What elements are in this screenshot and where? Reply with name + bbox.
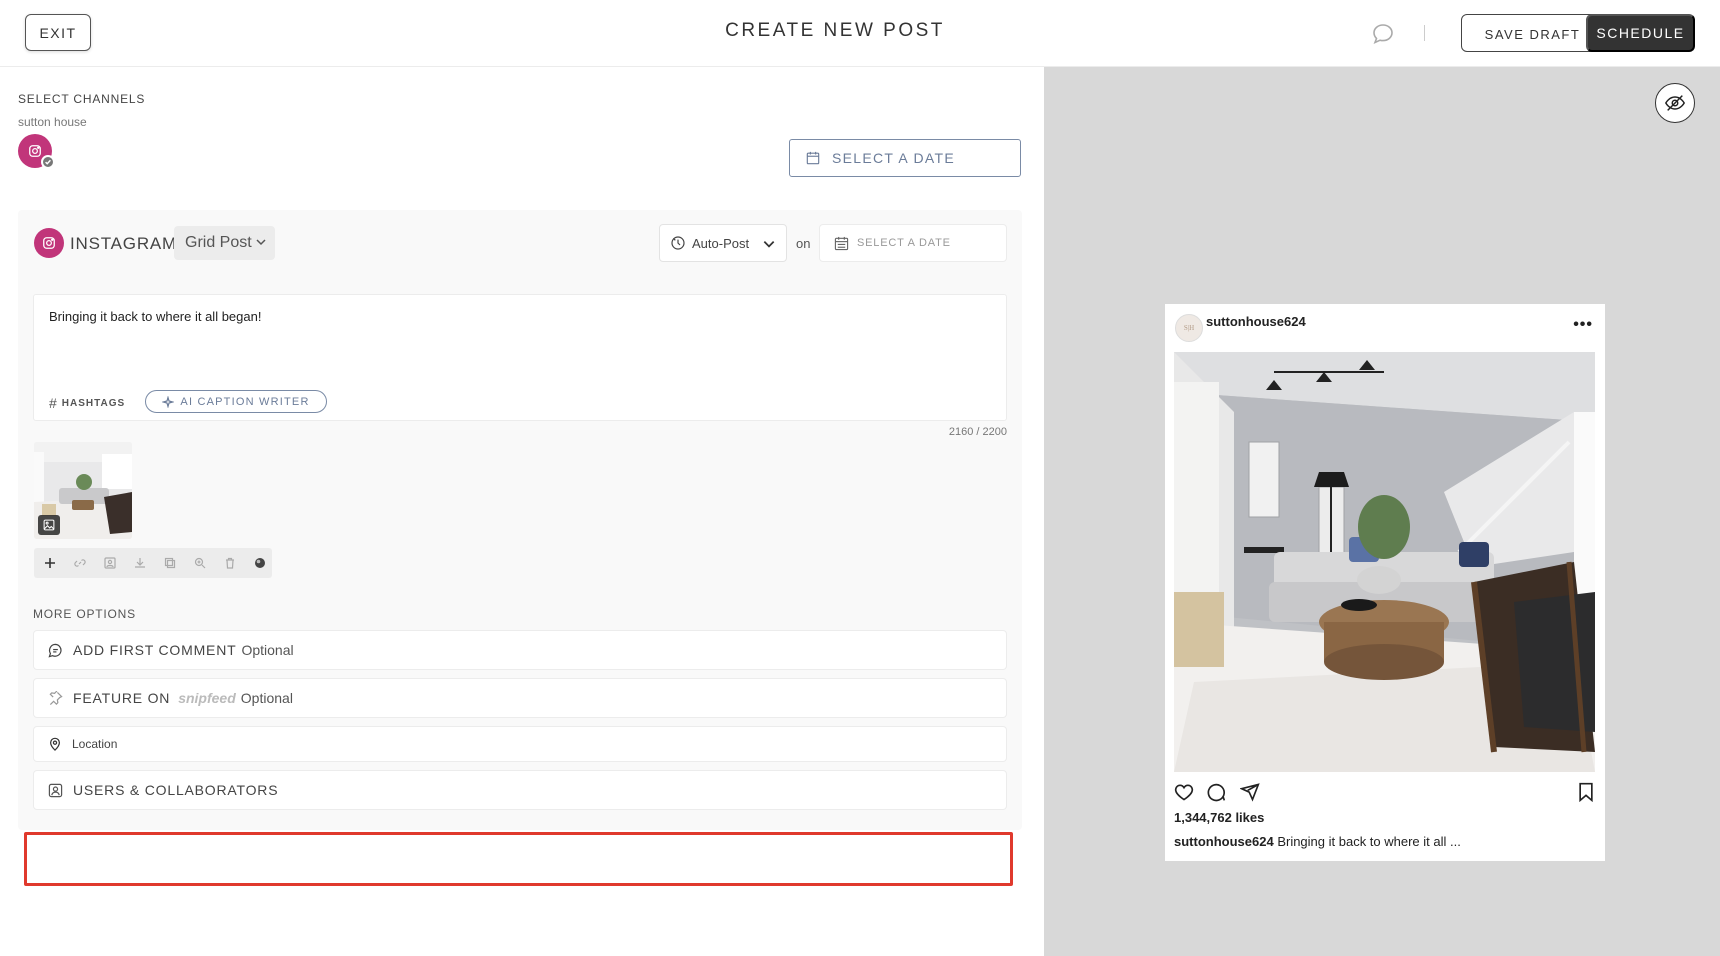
add-first-comment-row[interactable]: ADD FIRST COMMENT Optional [33, 630, 1007, 670]
preview-caption: suttonhouse624 Bringing it back to where… [1174, 834, 1461, 849]
download-icon[interactable] [132, 555, 148, 571]
preview-actions [1174, 782, 1595, 804]
preview-caption-text: Bringing it back to where it all ... [1277, 834, 1461, 849]
select-date-button[interactable]: SELECT A DATE [789, 139, 1021, 177]
location-label: Location [72, 737, 118, 751]
hash-icon: # [49, 395, 58, 411]
link-icon[interactable] [72, 555, 88, 571]
publish-mode-value: Auto-Post [692, 235, 750, 251]
more-options-heading: MORE OPTIONS [33, 607, 136, 621]
comments-icon[interactable] [1371, 22, 1395, 46]
media-toolbar [34, 548, 272, 578]
instagram-post-preview: S|H suttonhouse624 ••• 1,344,762 likes s… [1165, 304, 1605, 861]
sparkle-icon [162, 395, 175, 408]
schedule-date-placeholder: SELECT A DATE [857, 237, 951, 249]
hashtags-button[interactable]: # HASHTAGS [49, 395, 125, 411]
users-collaborators-row[interactable]: USERS & COLLABORATORS [33, 770, 1007, 810]
ai-caption-writer-button[interactable]: AI CAPTION WRITER [145, 390, 327, 413]
platform-label: INSTAGRAM [70, 234, 178, 253]
caption-text: Bringing it back to where it all began! [49, 309, 262, 324]
pin-icon [49, 690, 63, 705]
location-pin-icon [50, 737, 60, 751]
preview-panel: S|H suttonhouse624 ••• 1,344,762 likes s… [1044, 67, 1720, 956]
crop-icon[interactable] [162, 555, 178, 571]
post-type-select[interactable]: Grid Post [174, 226, 275, 260]
instagram-post-card: INSTAGRAM Grid Post Auto-Post on SELECT … [18, 210, 1022, 830]
character-count: 2160 / 2200 [948, 426, 1007, 438]
image-library-icon[interactable] [102, 555, 118, 571]
users-collaborators-label: USERS & COLLABORATORS [73, 782, 279, 798]
hashtags-label: HASHTAGS [61, 397, 126, 409]
color-icon[interactable] [252, 555, 268, 571]
eye-off-icon [1665, 95, 1685, 111]
select-channels-heading: SELECT CHANNELS [18, 92, 146, 106]
preview-likes: 1,344,762 likes [1174, 810, 1265, 825]
calendar-icon [834, 236, 849, 250]
media-thumbnail[interactable] [34, 442, 132, 539]
add-media-icon[interactable] [42, 555, 58, 571]
comment-bubble-icon [1207, 783, 1226, 802]
location-row[interactable]: Location [33, 726, 1007, 762]
trash-icon[interactable] [222, 555, 238, 571]
auto-post-icon [671, 236, 685, 250]
preview-caption-username: suttonhouse624 [1174, 834, 1274, 849]
users-collaborators-highlight [24, 832, 1013, 886]
schedule-date-input[interactable]: SELECT A DATE [819, 224, 1007, 262]
select-date-label: SELECT A DATE [832, 150, 955, 166]
ai-caption-label: AI CAPTION WRITER [180, 395, 310, 408]
top-bar: EXIT CREATE NEW POST SAVE DRAFT SCHEDULE [0, 0, 1720, 67]
on-label: on [796, 236, 811, 251]
user-tag-icon [48, 783, 63, 797]
channel-account-name: sutton house [18, 115, 87, 129]
chevron-down-icon [256, 239, 266, 246]
bookmark-icon [1579, 782, 1593, 802]
channel-selected-check-icon [41, 155, 55, 169]
optional-label: Optional [240, 690, 293, 706]
preview-username: suttonhouse624 [1206, 314, 1306, 329]
comment-icon [48, 643, 62, 658]
image-type-icon [38, 515, 60, 535]
add-first-comment-label: ADD FIRST COMMENT [73, 642, 237, 658]
caption-textarea[interactable]: Bringing it back to where it all began! … [33, 294, 1007, 421]
instagram-icon [34, 228, 64, 258]
publish-mode-select[interactable]: Auto-Post [659, 224, 787, 262]
preview-avatar: S|H [1175, 314, 1203, 342]
instagram-icon [29, 145, 41, 157]
post-type-value: Grid Post [185, 234, 252, 251]
page-title: CREATE NEW POST [725, 20, 945, 41]
save-draft-button[interactable]: SAVE DRAFT [1461, 14, 1604, 52]
optional-label: Optional [241, 642, 294, 658]
chevron-down-icon [763, 241, 775, 248]
more-options-icon[interactable]: ••• [1573, 316, 1593, 334]
share-icon [1240, 783, 1260, 802]
schedule-button[interactable]: SCHEDULE [1586, 14, 1695, 52]
header-divider [1424, 25, 1425, 41]
calendar-icon [806, 151, 820, 165]
feature-on-label: FEATURE ON [73, 690, 171, 706]
preview-image [1174, 352, 1595, 772]
editor-panel: SELECT CHANNELS sutton house SELECT A DA… [0, 67, 1044, 956]
snipfeed-logo: snipfeed [178, 690, 236, 706]
zoom-icon[interactable] [192, 555, 208, 571]
heart-icon [1174, 784, 1194, 801]
hide-preview-button[interactable] [1655, 83, 1695, 123]
feature-on-snipfeed-row[interactable]: FEATURE ON snipfeed Optional [33, 678, 1007, 718]
